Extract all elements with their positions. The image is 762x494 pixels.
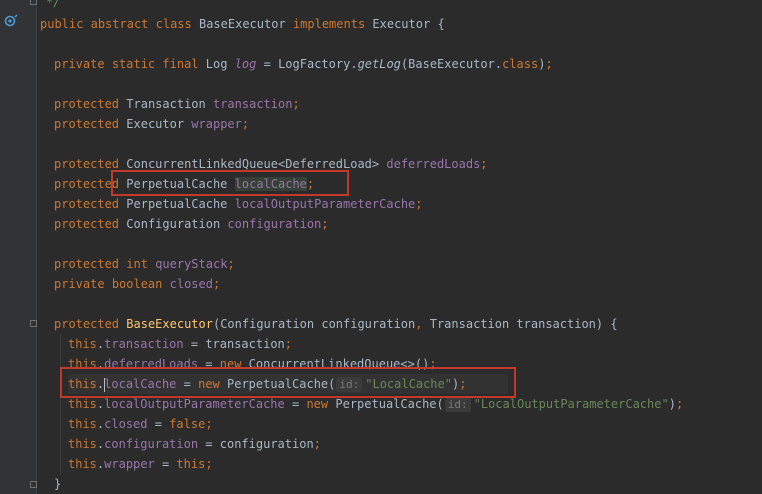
code-line-log-field: private static final Log log = LogFactor… (54, 57, 553, 71)
code-line-comment-end: */ (46, 0, 61, 9)
code-line-assign-configuration: this.configuration = configuration; (68, 437, 321, 451)
code-line-field-transaction: protected Transaction transaction; (54, 97, 300, 111)
indent-guide (60, 334, 61, 474)
code-line-field-wrapper: protected Executor wrapper; (54, 117, 250, 131)
code-line-constructor-decl: protected BaseExecutor(Configuration con… (54, 317, 618, 331)
code-line-assign-wrapper: this.wrapper = this; (68, 457, 213, 471)
editor-gutter (0, 0, 37, 494)
annotation-box-field (111, 170, 349, 196)
code-line-assign-closed: this.closed = false; (68, 417, 213, 431)
code-line-assign-transaction: this.transaction = transaction; (68, 337, 293, 351)
code-line-field-local-output-cache: protected PerpetualCache localOutputPara… (54, 197, 423, 211)
code-line-field-query-stack: protected int queryStack; (54, 257, 235, 271)
annotation-box-assignment (60, 367, 516, 398)
code-line-field-closed: private boolean closed; (54, 277, 221, 291)
code-line-class-decl: public abstract class BaseExecutor imple… (40, 17, 445, 31)
parameter-hint: id: (444, 397, 471, 412)
code-line-constructor-close: } (54, 477, 62, 491)
code-line-field-configuration: protected Configuration configuration; (54, 217, 329, 231)
code-editor[interactable]: */ public abstract class BaseExecutor im… (36, 0, 762, 494)
implements-method-icon[interactable] (4, 14, 18, 28)
